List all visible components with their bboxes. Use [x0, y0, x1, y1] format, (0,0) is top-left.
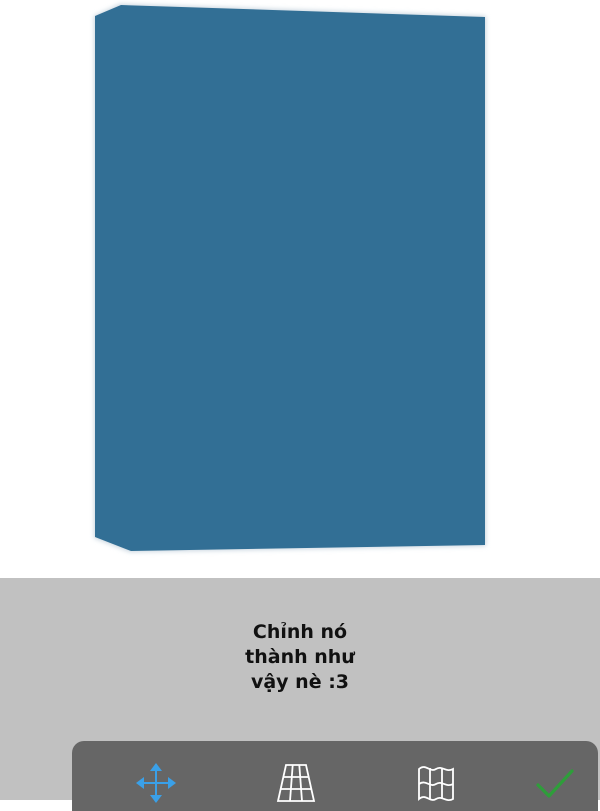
caption-text: Chỉnh nó thành như vậy nè :3	[0, 620, 600, 695]
warp-flag-icon	[418, 766, 454, 802]
caption-line-1: Chỉnh nó	[252, 621, 348, 643]
done-button[interactable]	[532, 761, 576, 805]
perspective-grid-tool-button[interactable]	[274, 761, 318, 805]
perspective-grid-icon	[276, 764, 316, 802]
move-tool-button[interactable]	[134, 761, 178, 805]
edit-canvas[interactable]	[0, 0, 600, 578]
transform-toolbar	[72, 741, 598, 811]
caption-line-2: thành như	[245, 646, 355, 668]
transformed-box-shape[interactable]	[0, 0, 600, 578]
caption-line-3: vậy nè :3	[250, 671, 350, 693]
warp-tool-button[interactable]	[414, 761, 458, 805]
move-arrows-icon	[136, 763, 176, 803]
checkmark-icon	[536, 769, 574, 798]
box-face	[95, 5, 485, 551]
